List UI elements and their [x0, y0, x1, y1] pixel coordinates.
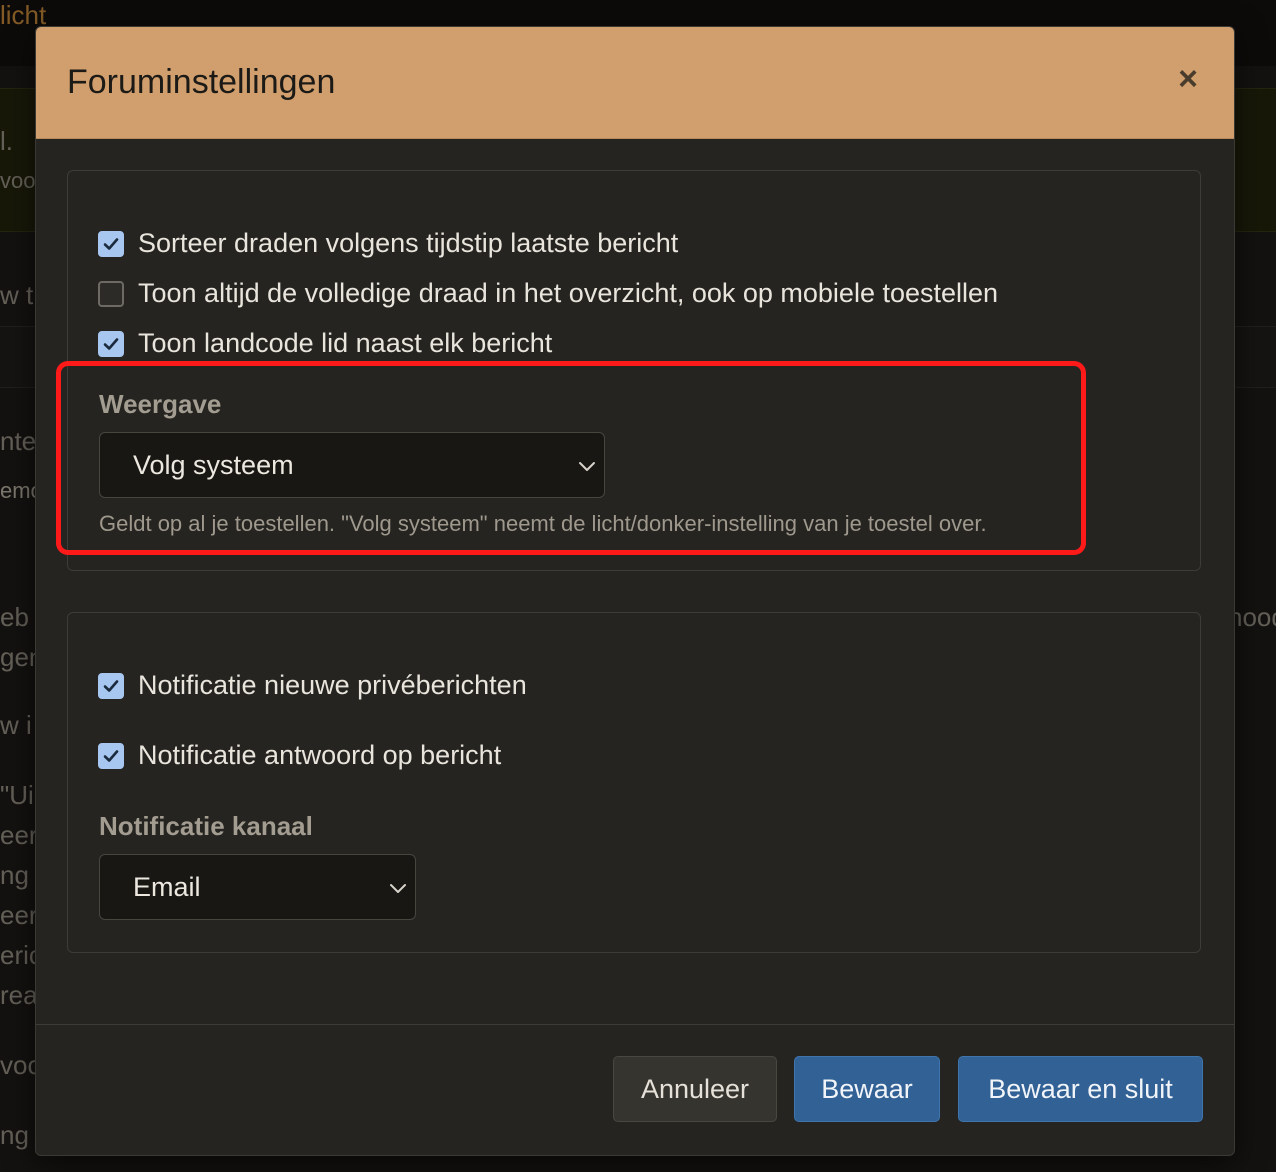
chevron-down-icon	[390, 884, 406, 893]
private-message-notification-checkbox[interactable]	[98, 672, 124, 699]
display-settings-section: Sorteer draden volgens tijdstip laatste …	[67, 170, 1201, 571]
reply-notification-label: Notificatie antwoord op bericht	[138, 740, 502, 770]
modal-header: Foruminstellingen ×	[36, 27, 1234, 139]
save-and-close-button[interactable]: Bewaar en sluit	[958, 1056, 1203, 1122]
modal-footer: Annuleer Bewaar Bewaar en sluit	[36, 1024, 1234, 1155]
private-message-notification-label: Notificatie nieuwe privéberichten	[138, 670, 527, 700]
notification-channel-value: Email	[133, 871, 201, 902]
cancel-button[interactable]: Annuleer	[613, 1056, 777, 1122]
close-icon: ×	[1178, 59, 1198, 98]
full-thread-label: Toon altijd de volledige draad in het ov…	[138, 278, 999, 308]
country-code-label: Toon landcode lid naast elk bericht	[138, 328, 553, 358]
save-button[interactable]: Bewaar	[794, 1056, 940, 1122]
appearance-select-value: Volg systeem	[133, 449, 294, 480]
full-thread-checkbox[interactable]	[98, 280, 124, 307]
private-message-notification-row[interactable]: Notificatie nieuwe privéberichten	[98, 670, 527, 701]
appearance-help-text: Geldt op al je toestellen. "Volg systeem…	[99, 511, 987, 536]
country-code-checkbox[interactable]	[98, 330, 124, 357]
checkmark-icon	[103, 237, 119, 250]
modal-title: Foruminstellingen	[67, 63, 336, 101]
sort-threads-checkbox-row[interactable]: Sorteer draden volgens tijdstip laatste …	[98, 228, 678, 259]
country-code-checkbox-row[interactable]: Toon landcode lid naast elk bericht	[98, 328, 552, 359]
notification-settings-section: Notificatie nieuwe privéberichten Notifi…	[67, 612, 1201, 953]
sort-threads-label: Sorteer draden volgens tijdstip laatste …	[138, 228, 679, 258]
reply-notification-row[interactable]: Notificatie antwoord op bericht	[98, 740, 501, 771]
forum-settings-modal: Foruminstellingen × Sorteer draden volge…	[35, 26, 1235, 1156]
full-thread-checkbox-row[interactable]: Toon altijd de volledige draad in het ov…	[98, 278, 998, 309]
checkmark-icon	[103, 749, 119, 762]
appearance-label: Weergave	[99, 389, 222, 419]
notification-channel-select[interactable]: Email	[99, 854, 416, 920]
notification-channel-label: Notificatie kanaal	[99, 811, 313, 841]
sort-threads-checkbox[interactable]	[98, 230, 124, 257]
checkmark-icon	[103, 679, 119, 692]
close-button[interactable]: ×	[1168, 59, 1208, 99]
chevron-down-icon	[579, 462, 595, 471]
reply-notification-checkbox[interactable]	[98, 742, 124, 769]
checkmark-icon	[103, 337, 119, 350]
appearance-select[interactable]: Volg systeem	[99, 432, 605, 498]
